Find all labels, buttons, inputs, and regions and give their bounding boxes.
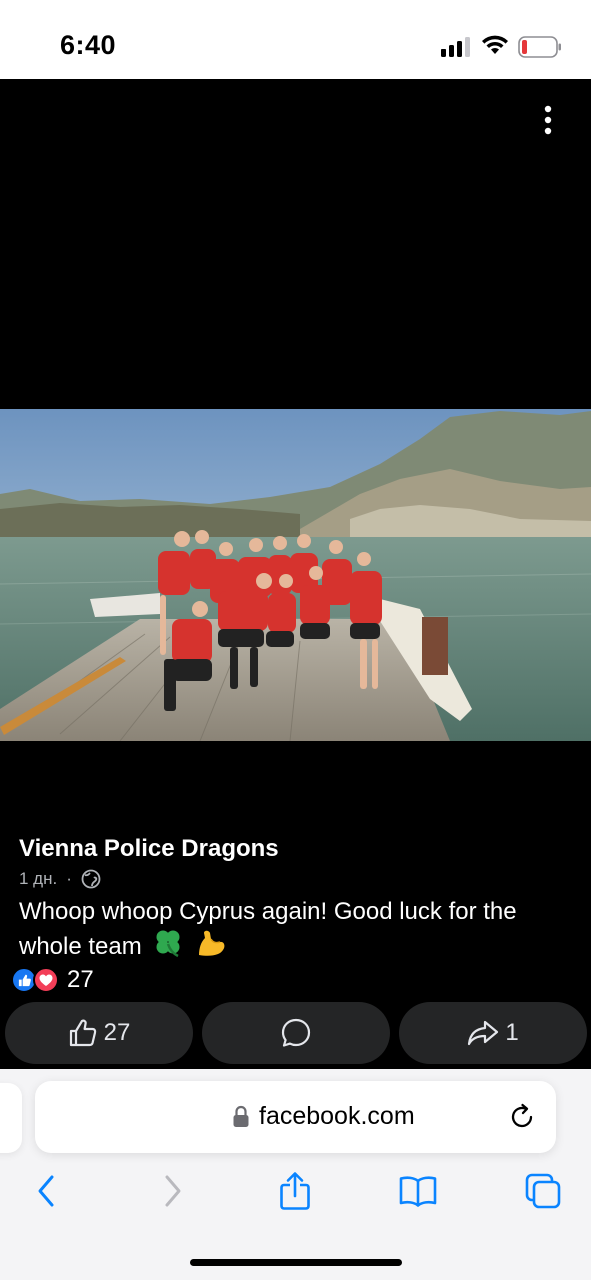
reload-icon[interactable] xyxy=(508,1103,536,1131)
back-button[interactable] xyxy=(26,1171,66,1211)
url-text: facebook.com xyxy=(259,1102,415,1130)
forward-icon xyxy=(165,1175,181,1207)
more-vertical-icon[interactable] xyxy=(532,104,564,136)
post-time[interactable]: 1 дн. xyxy=(19,869,57,889)
thumbs-up-icon xyxy=(69,1019,96,1047)
previous-tab-preview[interactable] xyxy=(0,1083,22,1153)
tabs-button[interactable] xyxy=(523,1171,563,1211)
group-photo xyxy=(0,409,591,741)
facebook-post: Vienna Police Dragons 1 дн. · Whoop whoo… xyxy=(0,79,591,1069)
like-count: 27 xyxy=(103,1019,131,1046)
four-leaf-clover-icon xyxy=(156,930,180,958)
post-caption-text: Whoop whoop Cyprus again! Good luck for … xyxy=(19,898,517,960)
globe-icon xyxy=(81,869,101,889)
status-time: 6:40 xyxy=(60,30,117,60)
forward-button[interactable] xyxy=(153,1171,193,1211)
battery-low-icon xyxy=(518,36,561,58)
comment-button[interactable] xyxy=(202,1002,390,1064)
status-bar: 6:40 xyxy=(0,0,591,79)
post-actions: 27 1 xyxy=(5,1002,587,1064)
share-sheet-button[interactable] xyxy=(275,1171,315,1211)
comment-icon xyxy=(281,1018,311,1047)
post-caption: Whoop whoop Cyprus again! Good luck for … xyxy=(19,895,564,963)
wifi-icon xyxy=(482,35,508,54)
tabs-icon xyxy=(525,1173,561,1209)
share-arrow-icon xyxy=(468,1020,499,1046)
back-icon xyxy=(38,1175,54,1207)
post-photo[interactable] xyxy=(0,409,591,741)
home-indicator xyxy=(190,1259,402,1266)
meta-separator: · xyxy=(66,869,72,888)
post-meta: 1 дн. · xyxy=(19,867,101,891)
post-author[interactable]: Vienna Police Dragons xyxy=(19,835,279,863)
reactions-summary[interactable]: 27 xyxy=(11,966,94,994)
share-icon xyxy=(280,1172,310,1210)
share-count: 1 xyxy=(505,1019,519,1046)
bookmarks-button[interactable] xyxy=(398,1171,438,1211)
safari-toolbar: facebook.com xyxy=(0,1069,591,1280)
bookmarks-icon xyxy=(399,1176,437,1207)
like-button[interactable]: 27 xyxy=(5,1002,193,1064)
love-reaction-icon xyxy=(33,967,59,993)
address-bar[interactable]: facebook.com xyxy=(35,1081,556,1153)
flexed-biceps-icon xyxy=(199,930,225,956)
share-button[interactable]: 1 xyxy=(399,1002,587,1064)
lock-icon xyxy=(233,1105,249,1127)
reactions-count: 27 xyxy=(67,966,94,993)
signal-icon xyxy=(441,37,470,57)
